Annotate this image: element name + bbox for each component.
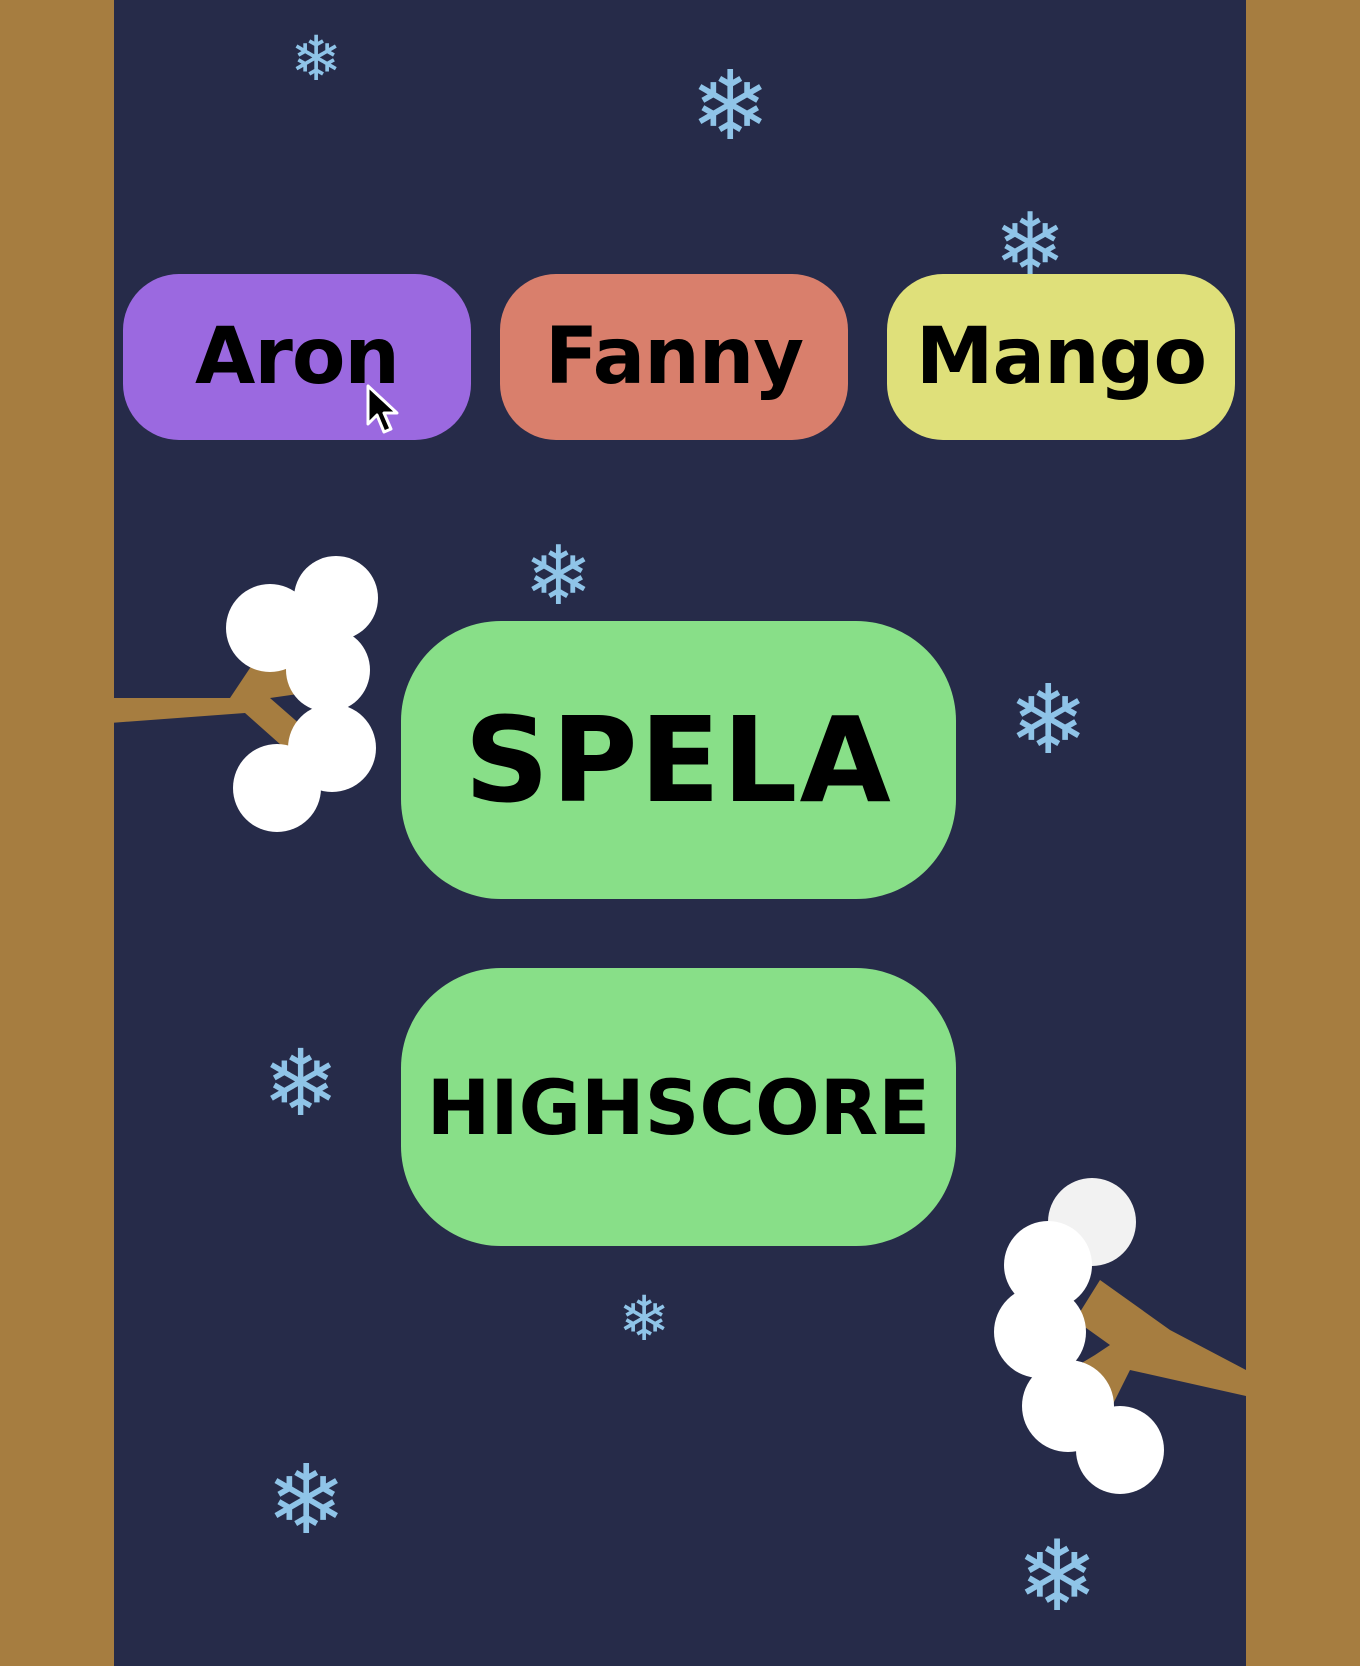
snowflake-icon: ❄	[618, 1282, 670, 1355]
play-button[interactable]: SPELA	[401, 621, 956, 899]
highscore-button-label: HIGHSCORE	[426, 1062, 931, 1152]
snowy-branch-right	[994, 1178, 1246, 1494]
snowflake-icon: ❄	[524, 529, 593, 624]
character-label-aron: Aron	[195, 312, 400, 402]
snowflake-icon: ❄	[262, 1030, 340, 1137]
character-button-mango[interactable]: Mango	[887, 274, 1235, 440]
snowflake-icon: ❄	[1016, 1520, 1099, 1634]
snowflake-icon: ❄	[290, 22, 342, 95]
character-button-fanny[interactable]: Fanny	[500, 274, 848, 440]
tree-trunk-left	[0, 0, 114, 1666]
snowflake-icon: ❄	[1008, 664, 1089, 776]
highscore-button[interactable]: HIGHSCORE	[401, 968, 956, 1246]
character-button-aron[interactable]: Aron	[123, 274, 471, 440]
snowflake-icon: ❄	[266, 1444, 347, 1556]
play-button-label: SPELA	[464, 691, 893, 829]
character-label-mango: Mango	[915, 312, 1207, 402]
tree-trunk-right	[1246, 0, 1360, 1666]
snowflake-icon: ❄	[690, 50, 771, 162]
game-screen: ❄ ❄ ❄ ❄ ❄ ❄ ❄ ❄ ❄ Aron Fanny Mango SPELA…	[0, 0, 1360, 1666]
snowy-branch-left	[110, 556, 378, 832]
character-label-fanny: Fanny	[544, 312, 804, 402]
